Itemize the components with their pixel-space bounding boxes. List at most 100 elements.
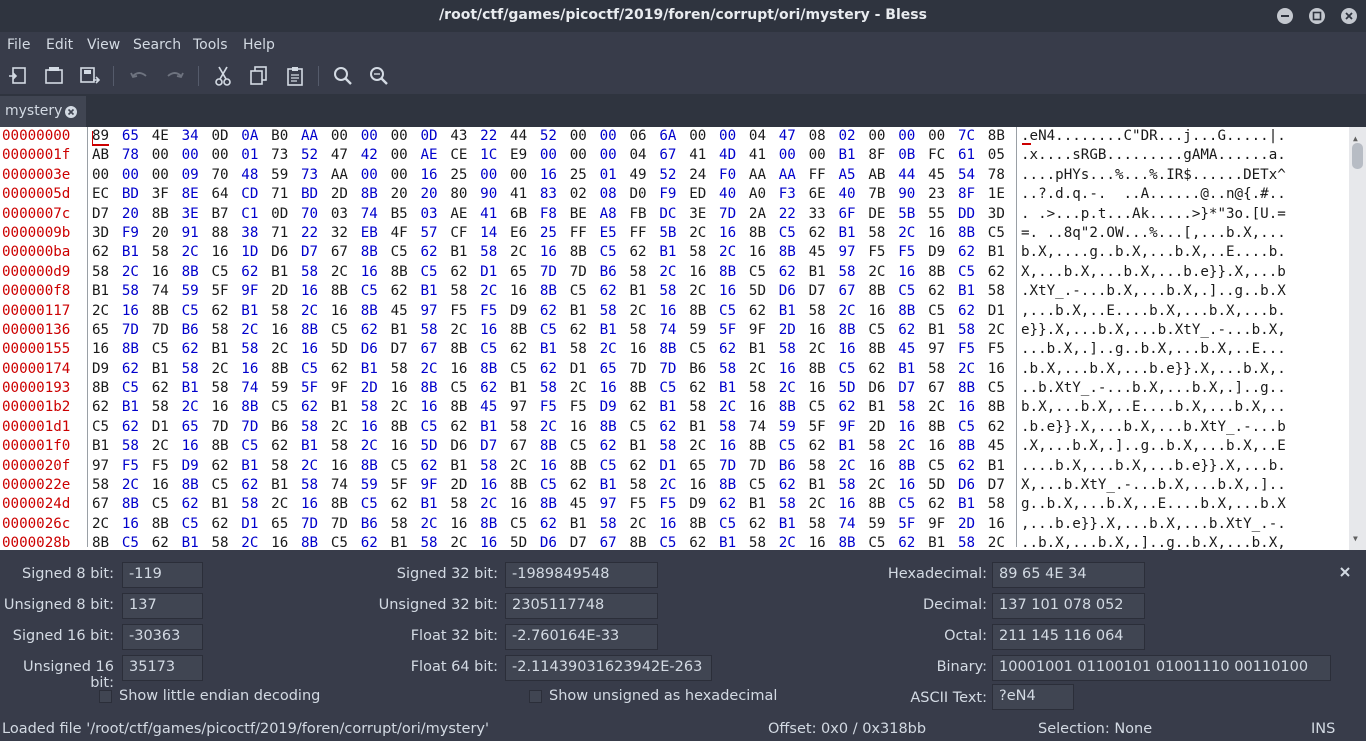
hex-byte[interactable]: 16 (868, 457, 885, 476)
hex-byte[interactable]: 62 (92, 243, 109, 262)
hex-byte[interactable]: 16 (898, 263, 915, 282)
hex-byte[interactable]: E6 (510, 224, 527, 243)
hex-byte[interactable]: 58 (719, 360, 736, 379)
hex-byte[interactable]: 62 (391, 495, 408, 514)
hex-byte[interactable]: 52 (540, 127, 557, 146)
hex-byte[interactable]: 58 (988, 282, 1005, 301)
hex-byte[interactable]: 62 (361, 321, 378, 340)
hex-byte[interactable]: 47 (779, 127, 796, 146)
hex-byte[interactable]: 58 (122, 282, 139, 301)
hex-byte[interactable]: C5 (570, 437, 587, 456)
hex-row[interactable]: 58 2C 16 8B C5 62 B1 58 2C 16 8B C5 62 D1 65 7D 7D B6 58 2C… (92, 263, 1017, 282)
hex-byte[interactable]: 7D (241, 418, 258, 437)
hex-byte[interactable]: B1 (749, 340, 766, 359)
hex-byte[interactable]: 00 (391, 146, 408, 165)
hex-byte[interactable]: B6 (361, 515, 378, 534)
hex-byte[interactable]: 16 (271, 321, 288, 340)
unsigned8-field[interactable]: 137 (122, 593, 203, 619)
hex-byte[interactable]: 3E (182, 205, 199, 224)
hex-byte[interactable]: 08 (809, 127, 826, 146)
hex-byte[interactable]: 16 (719, 224, 736, 243)
hex-byte[interactable]: 6F (839, 205, 856, 224)
hex-byte[interactable]: FF (570, 224, 587, 243)
hex-byte[interactable]: 16 (450, 360, 467, 379)
hex-row[interactable]: D7 20 8B 3E B7 C1 0D 70 03 74 B5 03 AE 41 6B F8 BE A8 FB DC… (92, 205, 1017, 224)
hex-byte[interactable]: B1 (570, 302, 587, 321)
hex-byte[interactable]: 20 (420, 185, 437, 204)
hex-byte[interactable]: 8B (958, 437, 975, 456)
hex-byte[interactable]: 0B (898, 146, 915, 165)
hex-byte[interactable]: B1 (331, 398, 348, 417)
hex-byte[interactable]: B1 (391, 321, 408, 340)
vertical-scrollbar[interactable]: ▲ ▼ (1349, 127, 1366, 550)
hex-byte[interactable]: 2C (301, 302, 318, 321)
hex-byte[interactable]: 97 (92, 457, 109, 476)
hex-byte[interactable]: 91 (182, 224, 199, 243)
hex-byte[interactable]: D6 (540, 534, 557, 553)
hex-byte[interactable]: 58 (749, 534, 766, 553)
hex-byte[interactable]: 34 (182, 127, 199, 146)
hex-byte[interactable]: 62 (540, 515, 557, 534)
hex-byte[interactable]: C5 (868, 534, 885, 553)
ascii-row[interactable]: ..b.X,...b.X,.]..g..b.X,...b.X, (1021, 534, 1333, 553)
hex-byte[interactable]: 00 (689, 127, 706, 146)
hex-byte[interactable]: 41 (689, 146, 706, 165)
hex-byte[interactable]: 16 (271, 534, 288, 553)
hex-byte[interactable]: 00 (510, 166, 527, 185)
hex-byte[interactable]: B1 (988, 243, 1005, 262)
hex-byte[interactable]: 32 (331, 224, 348, 243)
open-file-icon[interactable] (43, 65, 65, 87)
ascii-row[interactable]: .XtY_.-...b.X,...b.X,.]..g..b.X (1021, 282, 1333, 301)
hex-byte[interactable]: 2C (988, 534, 1005, 553)
hex-byte[interactable]: C5 (420, 263, 437, 282)
ascii-row[interactable]: .x....sRGB.........gAMA......a. (1021, 146, 1333, 165)
hex-byte[interactable]: 7D (331, 515, 348, 534)
hex-byte[interactable]: B1 (450, 457, 467, 476)
undo-icon[interactable] (128, 65, 150, 87)
menu-search[interactable]: Search (133, 37, 181, 53)
hex-byte[interactable]: 2A (749, 205, 766, 224)
minimize-icon[interactable] (1277, 8, 1293, 24)
hex-byte[interactable]: 5F (391, 476, 408, 495)
hex-byte[interactable]: 62 (898, 534, 915, 553)
hex-byte[interactable]: B6 (779, 457, 796, 476)
hex-byte[interactable]: 5F (719, 321, 736, 340)
hex-byte[interactable]: 8B (510, 476, 527, 495)
hex-byte[interactable]: 2C (361, 437, 378, 456)
hex-byte[interactable]: 16 (809, 534, 826, 553)
hex-byte[interactable]: D9 (510, 302, 527, 321)
hex-byte[interactable]: B1 (600, 321, 617, 340)
hex-byte[interactable]: 16 (839, 495, 856, 514)
hex-byte[interactable]: 7D (152, 321, 169, 340)
hex-byte[interactable]: 22 (301, 224, 318, 243)
hex-byte[interactable]: 58 (211, 321, 228, 340)
octal-field[interactable]: 211 145 116 064 (992, 624, 1145, 650)
hex-byte[interactable]: 97 (928, 340, 945, 359)
unsigned16-field[interactable]: 35173 (122, 655, 203, 681)
hex-byte[interactable]: 45 (928, 166, 945, 185)
hex-byte[interactable]: C5 (719, 515, 736, 534)
hex-byte[interactable]: 20 (391, 185, 408, 204)
hex-byte[interactable]: 25 (570, 166, 587, 185)
hex-byte[interactable]: 8B (898, 457, 915, 476)
hex-byte[interactable]: FB (629, 205, 646, 224)
hex-byte[interactable]: 2C (839, 457, 856, 476)
hex-byte[interactable]: 16 (241, 360, 258, 379)
hex-byte[interactable]: 2C (480, 495, 497, 514)
hex-byte[interactable]: 5F (211, 282, 228, 301)
hex-byte[interactable]: 61 (958, 146, 975, 165)
hex-byte[interactable]: C5 (152, 495, 169, 514)
hex-byte[interactable]: 8B (928, 418, 945, 437)
hex-byte[interactable]: D6 (271, 243, 288, 262)
hex-byte[interactable]: 5D (510, 534, 527, 553)
hex-byte[interactable]: EB (361, 224, 378, 243)
hex-byte[interactable]: F5 (152, 457, 169, 476)
hex-byte[interactable]: 8B (152, 515, 169, 534)
hex-byte[interactable]: 71 (271, 224, 288, 243)
hex-byte[interactable]: 16 (988, 515, 1005, 534)
hex-byte[interactable]: 16 (719, 437, 736, 456)
hex-byte[interactable]: B6 (689, 360, 706, 379)
hex-byte[interactable]: 5B (659, 224, 676, 243)
hex-byte[interactable]: 16 (211, 243, 228, 262)
hex-byte[interactable]: 8E (182, 185, 199, 204)
